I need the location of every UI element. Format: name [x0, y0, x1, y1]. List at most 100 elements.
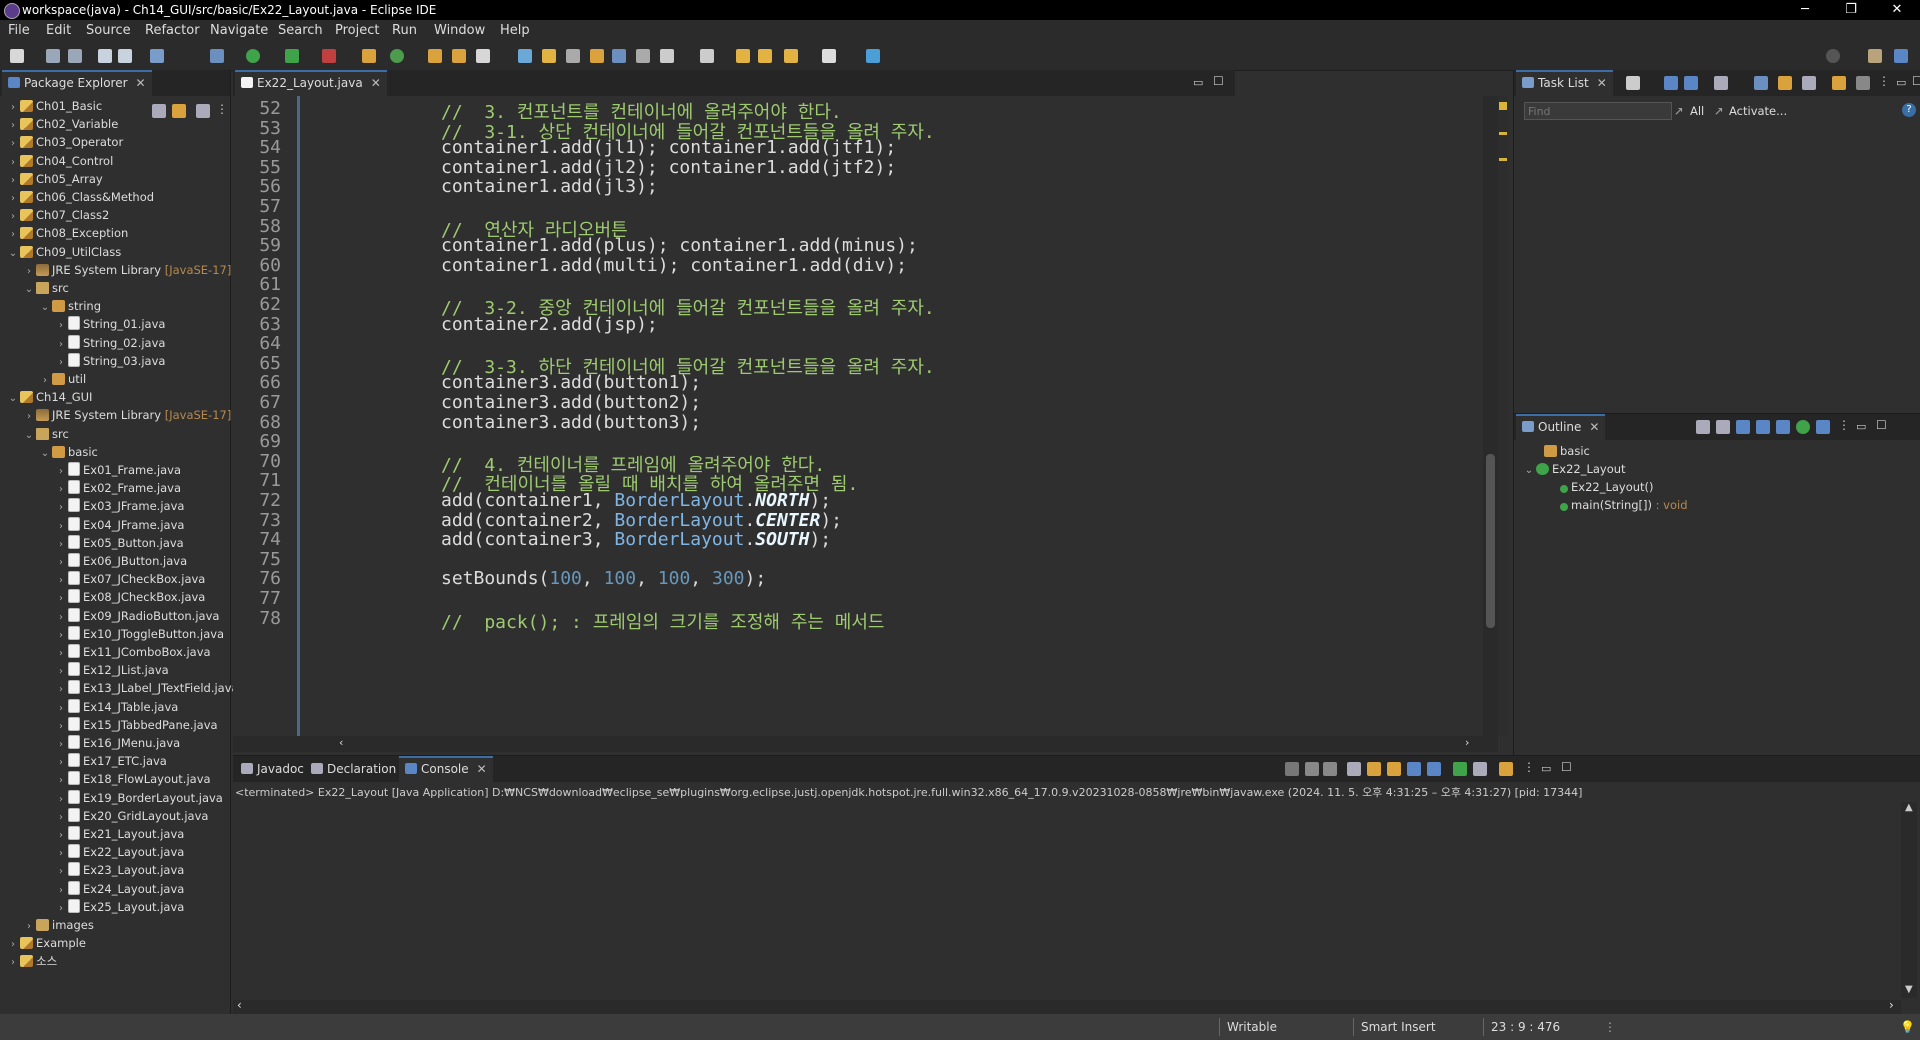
- search-icon[interactable]: [518, 49, 532, 63]
- tree-item[interactable]: › Ex01_Frame.java: [56, 461, 181, 479]
- forward-icon[interactable]: [822, 49, 836, 63]
- tree-item[interactable]: ⌄ Ch14_GUI: [8, 388, 93, 406]
- toggle-breadcrumb-icon[interactable]: [590, 49, 604, 63]
- outline-method[interactable]: main(String[]) : void: [1558, 496, 1688, 514]
- scroll-right-icon[interactable]: ›: [1889, 998, 1894, 1012]
- editor-vertical-scrollbar[interactable]: [1483, 96, 1498, 736]
- tab-task-list[interactable]: Task List ✕: [1516, 70, 1613, 96]
- tab-console[interactable]: Console ✕: [399, 756, 493, 782]
- word-wrap-icon[interactable]: [1387, 762, 1401, 776]
- maximize-view-icon[interactable]: ☐: [1912, 74, 1920, 88]
- redo-icon[interactable]: [118, 49, 132, 63]
- scroll-up-icon[interactable]: ▲: [1905, 802, 1913, 813]
- close-icon[interactable]: ✕: [371, 76, 381, 90]
- show-whitespace-icon[interactable]: [612, 49, 626, 63]
- tree-item[interactable]: › JRE System Library [JavaSE-17]: [24, 406, 231, 424]
- scroll-right-icon[interactable]: ›: [1465, 736, 1469, 749]
- menu-navigate[interactable]: Navigate: [210, 20, 268, 42]
- open-type-icon[interactable]: [428, 49, 442, 63]
- show-tasks-icon[interactable]: [1714, 76, 1728, 90]
- hide-completed-icon[interactable]: [1754, 76, 1768, 90]
- hide-fields-icon[interactable]: [1736, 420, 1750, 434]
- tab-javadoc[interactable]: Javadoc: [235, 758, 310, 780]
- warning-marker[interactable]: [1499, 102, 1507, 110]
- close-icon[interactable]: ✕: [477, 762, 487, 776]
- debug-icon[interactable]: [210, 49, 224, 63]
- show-on-output-icon[interactable]: [1407, 762, 1421, 776]
- maximize-view-icon[interactable]: ☐: [1876, 418, 1887, 432]
- tree-item[interactable]: ⌄ string: [40, 297, 101, 315]
- tree-item[interactable]: › Ex08_JCheckBox.java: [56, 588, 205, 606]
- menu-run[interactable]: Run: [392, 20, 417, 42]
- annotation-icon[interactable]: [660, 49, 674, 63]
- tree-item[interactable]: › Ex19_BorderLayout.java: [56, 789, 223, 807]
- tree-item[interactable]: › Ex21_Layout.java: [56, 825, 184, 843]
- collapse-icon[interactable]: [1802, 76, 1816, 90]
- tab-ex22-layout[interactable]: Ex22_Layout.java ✕: [235, 70, 387, 96]
- occurrence-marker[interactable]: [1499, 158, 1507, 161]
- remove-all-icon[interactable]: [1323, 762, 1337, 776]
- tree-item[interactable]: › Ex23_Layout.java: [56, 861, 184, 879]
- collapse-all-icon[interactable]: [1696, 420, 1710, 434]
- minimize-view-icon[interactable]: ▭: [1896, 76, 1906, 89]
- tree-item[interactable]: ⌄ src: [24, 425, 69, 443]
- close-icon[interactable]: ✕: [1597, 76, 1607, 90]
- tree-item[interactable]: › Ex10_JToggleButton.java: [56, 625, 224, 643]
- minimize-button[interactable]: ─: [1782, 0, 1828, 20]
- tree-item[interactable]: › JRE System Library [JavaSE-17]: [24, 261, 231, 279]
- minimize-view-icon[interactable]: ▭: [1541, 762, 1551, 775]
- menu-refactor[interactable]: Refactor: [145, 20, 200, 42]
- tree-item[interactable]: › Ex24_Layout.java: [56, 880, 184, 898]
- tree-item[interactable]: › images: [24, 916, 94, 934]
- tree-item[interactable]: › Ex12_JList.java: [56, 661, 169, 679]
- console-horizontal-scrollbar[interactable]: ‹ ›: [233, 998, 1901, 1014]
- mark-occurrences-icon[interactable]: [542, 49, 556, 63]
- lightbulb-icon[interactable]: 💡: [1900, 1014, 1915, 1040]
- outline-package[interactable]: basic: [1542, 442, 1590, 460]
- tree-item[interactable]: › Ex15_JTabbedPane.java: [56, 716, 218, 734]
- tree-item[interactable]: › Ex20_GridLayout.java: [56, 807, 208, 825]
- tree-item[interactable]: › Ch06_Class&Method: [8, 188, 154, 206]
- help-icon[interactable]: ?: [1902, 103, 1916, 117]
- tree-item[interactable]: › Ex18_FlowLayout.java: [56, 770, 211, 788]
- new-task-icon[interactable]: [1626, 76, 1640, 90]
- tab-declaration[interactable]: Declaration: [305, 758, 402, 780]
- external-tools-icon[interactable]: [322, 49, 336, 63]
- code-line[interactable]: container3.add(button3);: [441, 412, 701, 433]
- synchronize-icon[interactable]: [1832, 76, 1846, 90]
- code-line[interactable]: container1.add(jl1); container1.add(jtf1…: [441, 137, 896, 158]
- code-line[interactable]: container2.add(jsp);: [441, 314, 658, 335]
- occurrence-marker[interactable]: [1499, 132, 1507, 135]
- search-toolbar-icon[interactable]: [1826, 49, 1840, 63]
- code-line[interactable]: container3.add(button2);: [441, 392, 701, 413]
- tree-item[interactable]: ⌄ Ch09_UtilClass: [8, 243, 121, 261]
- outline-constructor[interactable]: Ex22_Layout(): [1558, 478, 1654, 496]
- scrollbar-thumb[interactable]: [1486, 454, 1495, 628]
- link-editor-icon[interactable]: [1816, 420, 1830, 434]
- menu-window[interactable]: Window: [434, 20, 485, 42]
- outline-class[interactable]: ⌄ Ex22_Layout: [1524, 460, 1626, 478]
- tree-item[interactable]: › Ex13_JLabel_JTextField.java: [56, 679, 239, 697]
- code-editor[interactable]: 52// 3. 컨포넌트를 컨테이너에 올려주어야 한다. 53// 3-1. 상…: [233, 96, 1235, 736]
- repository-icon[interactable]: [1856, 76, 1870, 90]
- menu-file[interactable]: File: [8, 20, 30, 42]
- tree-item[interactable]: › Ch05_Array: [8, 170, 103, 188]
- tree-item[interactable]: › Ex22_Layout.java: [56, 843, 184, 861]
- tree-item[interactable]: › Ch03_Operator: [8, 133, 123, 151]
- hide-nonpublic-icon[interactable]: [1776, 420, 1790, 434]
- forward-annotation-icon[interactable]: [758, 49, 772, 63]
- minimize-view-icon[interactable]: ▭: [1856, 420, 1866, 433]
- status-menu-icon[interactable]: ⋮: [1604, 1014, 1616, 1040]
- task-find-input[interactable]: [1524, 102, 1672, 120]
- menu-search[interactable]: Search: [278, 20, 323, 42]
- code-line[interactable]: setBounds(100, 100, 100, 300);: [441, 568, 766, 589]
- run-icon[interactable]: [246, 49, 260, 63]
- close-icon[interactable]: ✕: [1589, 420, 1599, 434]
- open-console-icon[interactable]: [1499, 762, 1513, 776]
- java-perspective-icon[interactable]: [1894, 49, 1908, 63]
- pin-editor-icon[interactable]: [866, 49, 880, 63]
- tree-item[interactable]: ⌄ basic: [40, 443, 98, 461]
- hide-static-icon[interactable]: [1756, 420, 1770, 434]
- display-console-icon[interactable]: [1473, 762, 1487, 776]
- chevron-down-icon[interactable]: ⌄: [40, 445, 50, 463]
